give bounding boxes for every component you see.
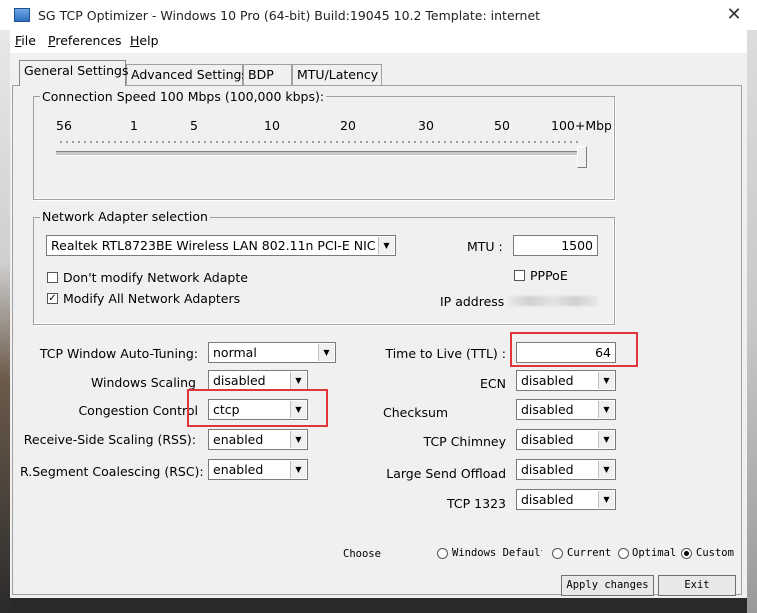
- tick-label: 56: [56, 118, 72, 133]
- rss-value: enabled: [213, 432, 264, 447]
- rsc-label: R.Segment Coalescing (RSC):: [20, 464, 204, 479]
- speed-slider-thumb[interactable]: [577, 146, 587, 168]
- desktop-background-edge: [0, 30, 10, 613]
- ttl-highlight: [510, 332, 638, 367]
- windows-scaling-select[interactable]: disabled ▼: [208, 370, 308, 391]
- ip-address-label: IP address: [440, 294, 505, 309]
- title-bar: SG TCP Optimizer - Windows 10 Pro (64-bi…: [0, 0, 757, 31]
- menu-preferences[interactable]: Preferences: [48, 33, 122, 48]
- chevron-down-icon: ▼: [290, 372, 306, 389]
- dont-modify-adapter-checkbox[interactable]: [47, 272, 58, 283]
- desktop-background-strip: [0, 598, 757, 613]
- large-send-offload-select[interactable]: disabled ▼: [516, 459, 616, 480]
- chevron-down-icon: ▼: [290, 461, 306, 478]
- tcp-1323-label: TCP 1323: [447, 496, 506, 511]
- network-adapter-title: Network Adapter selection: [40, 209, 210, 224]
- chevron-down-icon: ▼: [598, 491, 614, 508]
- radio-optimal-label: Optimal: [632, 547, 677, 559]
- slider-ticks: [58, 140, 578, 144]
- menu-file[interactable]: File: [15, 33, 36, 48]
- large-send-offload-value: disabled: [521, 462, 574, 477]
- choose-label: Choose: [343, 548, 381, 560]
- dont-modify-adapter-label: Don't modify Network Adapte: [63, 270, 248, 285]
- radio-windows-default[interactable]: [437, 548, 448, 559]
- modify-all-adapters-checkbox[interactable]: ✓: [47, 293, 58, 304]
- tick-label: 100+Mbps: [551, 118, 611, 133]
- window-title: SG TCP Optimizer - Windows 10 Pro (64-bi…: [38, 8, 541, 23]
- modify-all-adapters-label: Modify All Network Adapters: [63, 291, 241, 306]
- tab-general-settings[interactable]: General Settings: [19, 60, 129, 86]
- checksum-select[interactable]: disabled ▼: [516, 399, 616, 420]
- ecn-label: ECN: [480, 376, 506, 391]
- menu-help[interactable]: Help: [130, 33, 159, 48]
- tick-label: 50: [494, 118, 510, 133]
- ecn-value: disabled: [521, 373, 574, 388]
- tab-mtu-latency[interactable]: MTU/Latency: [292, 64, 382, 85]
- radio-current[interactable]: [552, 548, 563, 559]
- rsc-select[interactable]: enabled ▼: [208, 459, 308, 480]
- chevron-down-icon: ▼: [598, 461, 614, 478]
- ecn-select[interactable]: disabled ▼: [516, 370, 616, 391]
- close-icon[interactable]: ✕: [721, 4, 747, 26]
- pppoe-label: PPPoE: [530, 268, 568, 283]
- congestion-control-highlight: [187, 389, 328, 427]
- tick-label: 30: [418, 118, 434, 133]
- tick-label: 10: [264, 118, 280, 133]
- speed-slider-track[interactable]: [56, 151, 582, 156]
- windows-scaling-label: Windows Scaling: [90, 375, 196, 390]
- rss-select[interactable]: enabled ▼: [208, 429, 308, 450]
- tcp-window-autotuning-label: TCP Window Auto-Tuning:: [39, 346, 198, 361]
- ip-address-value-blurred: [508, 296, 598, 306]
- exit-button[interactable]: Exit: [658, 575, 736, 596]
- tick-label: 1: [130, 118, 138, 133]
- radio-custom-label: Custom: [696, 547, 734, 559]
- chevron-down-icon: ▼: [318, 344, 334, 361]
- checksum-label: Checksum: [383, 405, 449, 420]
- menu-bar: File Preferences Help: [0, 31, 757, 53]
- adapter-select-value: Realtek RTL8723BE Wireless LAN 802.11n P…: [51, 238, 376, 253]
- tcp-chimney-label: TCP Chimney: [423, 434, 506, 449]
- adapter-select[interactable]: Realtek RTL8723BE Wireless LAN 802.11n P…: [46, 235, 396, 256]
- tcp-window-autotuning-select[interactable]: normal ▼: [208, 342, 336, 363]
- mtu-input[interactable]: 1500: [513, 235, 598, 256]
- rss-label: Receive-Side Scaling (RSS):: [23, 432, 196, 447]
- chevron-down-icon: ▼: [378, 237, 394, 254]
- checksum-value: disabled: [521, 402, 574, 417]
- desktop-background-edge-right: [747, 30, 757, 613]
- pppoe-checkbox[interactable]: [514, 270, 525, 281]
- mtu-label: MTU :: [467, 239, 503, 254]
- apply-changes-button[interactable]: Apply changes: [561, 575, 654, 596]
- chevron-down-icon: ▼: [290, 431, 306, 448]
- tcp-1323-value: disabled: [521, 492, 574, 507]
- tcp-chimney-value: disabled: [521, 432, 574, 447]
- tcp-chimney-select[interactable]: disabled ▼: [516, 429, 616, 450]
- tcp-window-autotuning-value: normal: [213, 345, 257, 360]
- chevron-down-icon: ▼: [598, 431, 614, 448]
- radio-current-label: Current: [567, 547, 612, 559]
- radio-custom[interactable]: [681, 548, 692, 559]
- ttl-label: Time to Live (TTL) :: [385, 346, 506, 361]
- tab-bdp[interactable]: BDP: [243, 64, 292, 85]
- windows-scaling-value: disabled: [213, 373, 266, 388]
- tick-label: 5: [190, 118, 198, 133]
- connection-speed-group: [33, 96, 615, 200]
- tab-advanced-settings[interactable]: Advanced Settings: [126, 64, 248, 85]
- connection-speed-title: Connection Speed 100 Mbps (100,000 kbps)…: [40, 89, 327, 104]
- radio-windows-default-label: Windows Default: [452, 547, 542, 559]
- large-send-offload-label: Large Send Offload: [386, 466, 506, 481]
- chevron-down-icon: ▼: [598, 372, 614, 389]
- chevron-down-icon: ▼: [598, 401, 614, 418]
- radio-optimal[interactable]: [618, 548, 629, 559]
- congestion-control-label: Congestion Control: [78, 403, 198, 418]
- tick-label: 20: [340, 118, 356, 133]
- rsc-value: enabled: [213, 462, 264, 477]
- tcp-1323-select[interactable]: disabled ▼: [516, 489, 616, 510]
- app-icon: [14, 8, 30, 22]
